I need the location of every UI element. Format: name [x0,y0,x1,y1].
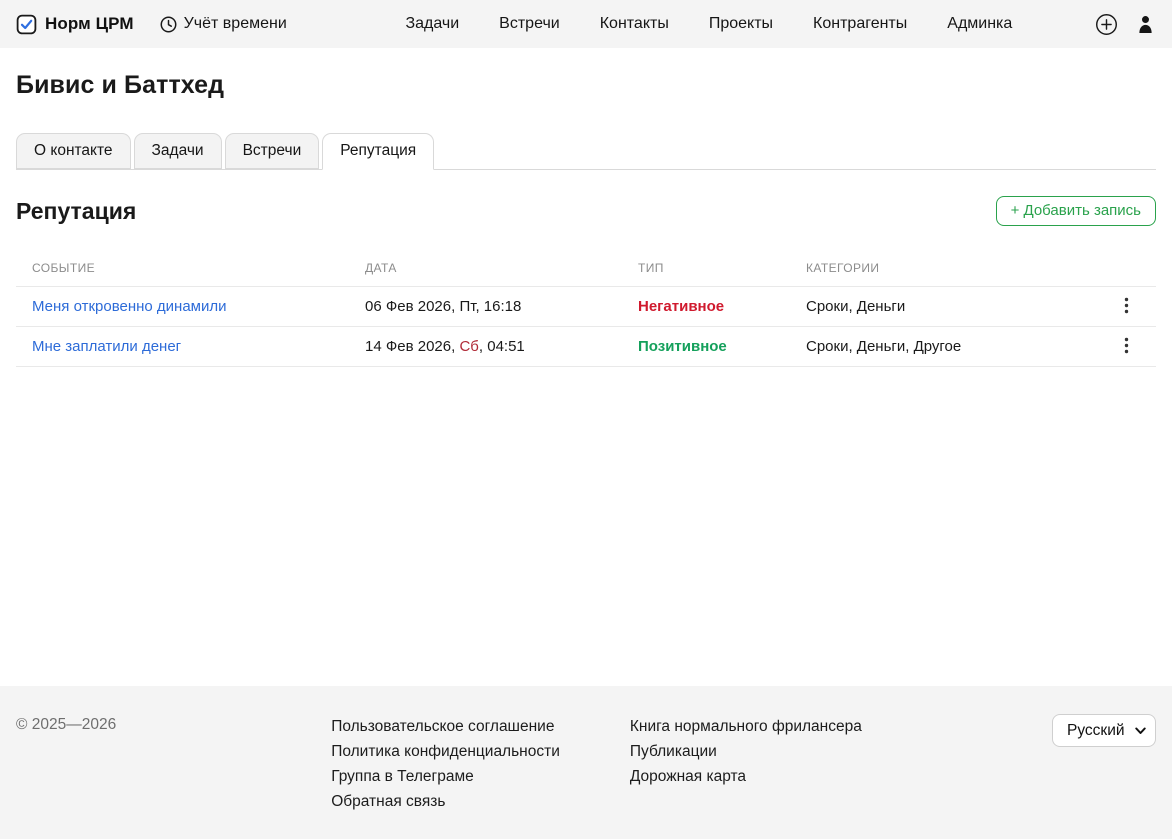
column-header-event: СОБЫТИЕ [16,253,349,287]
add-record-button[interactable]: + Добавить запись [996,196,1156,226]
checkbox-logo-icon [16,14,37,35]
profile-button[interactable] [1137,15,1154,34]
table-header-row: СОБЫТИЕ ДАТА ТИП КАТЕГОРИИ [16,253,1156,287]
footer-links-column-1: Пользовательское соглашение Политика кон… [331,714,560,814]
nav-item-counterparties[interactable]: Контрагенты [813,15,907,33]
tab-tasks[interactable]: Задачи [134,133,222,169]
main-content: Бивис и Баттхед О контакте Задачи Встреч… [0,48,1172,686]
table-row: Мне заплатили денег 14 Фев 2026, Сб, 04:… [16,327,1156,367]
event-link[interactable]: Меня откровенно динамили [32,298,227,315]
categories-cell: Сроки, Деньги [790,287,1104,327]
language-select[interactable]: Русский [1052,714,1156,747]
actions-cell [1104,327,1156,367]
nav-item-contacts[interactable]: Контакты [600,15,669,33]
tab-about-contact[interactable]: О контакте [16,133,131,169]
footer-link-telegram-group[interactable]: Группа в Телеграме [331,764,560,789]
event-link[interactable]: Мне заплатили денег [32,338,181,355]
copyright: © 2025—2026 [16,714,116,734]
footer-link-user-agreement[interactable]: Пользовательское соглашение [331,714,560,739]
date-weekday: Сб [459,338,478,355]
time-tracking-link[interactable]: Учёт времени [160,15,287,33]
footer: © 2025—2026 Пользовательское соглашение … [0,686,1172,839]
time-tracking-label: Учёт времени [184,15,287,33]
column-header-date: ДАТА [349,253,622,287]
nav-item-projects[interactable]: Проекты [709,15,773,33]
type-badge: Негативное [638,298,724,315]
date-cell: 14 Фев 2026, Сб, 04:51 [349,327,622,367]
nav-item-admin[interactable]: Админка [947,15,1012,33]
footer-link-freelancer-book[interactable]: Книга нормального фрилансера [630,714,862,739]
type-cell: Позитивное [622,327,790,367]
date-cell: 06 Фев 2026, Пт, 16:18 [349,287,622,327]
event-cell: Меня откровенно динамили [16,287,349,327]
tab-reputation[interactable]: Репутация [322,133,434,170]
user-icon [1137,15,1154,34]
type-badge: Позитивное [638,338,727,355]
footer-link-publications[interactable]: Публикации [630,739,862,764]
tabs-bar: О контакте Задачи Встречи Репутация [16,133,1156,170]
kebab-icon [1124,337,1129,354]
section-title: Репутация [16,198,136,225]
date-text: 06 Фев 2026, [365,298,459,315]
footer-link-feedback[interactable]: Обратная связь [331,789,560,814]
top-navbar: Норм ЦРМ Учёт времени Задачи Встречи Кон… [0,0,1172,48]
row-menu-button[interactable] [1120,295,1133,316]
type-cell: Негативное [622,287,790,327]
column-header-categories: КАТЕГОРИИ [790,253,1104,287]
footer-links-column-2: Книга нормального фрилансера Публикации … [630,714,862,789]
date-time: , 16:18 [475,298,521,315]
kebab-icon [1124,297,1129,314]
date-weekday: Пт [459,298,475,315]
reputation-table: СОБЫТИЕ ДАТА ТИП КАТЕГОРИИ Меня откровен… [16,253,1156,367]
categories-cell: Сроки, Деньги, Другое [790,327,1104,367]
footer-link-privacy-policy[interactable]: Политика конфиденциальности [331,739,560,764]
page-title: Бивис и Баттхед [16,71,1156,100]
column-header-actions [1104,253,1156,287]
date-time: , 04:51 [479,338,525,355]
clock-icon [160,16,177,33]
tab-meetings[interactable]: Встречи [225,133,320,169]
nav-item-tasks[interactable]: Задачи [405,15,459,33]
table-row: Меня откровенно динамили 06 Фев 2026, Пт… [16,287,1156,327]
date-text: 14 Фев 2026, [365,338,459,355]
main-nav: Задачи Встречи Контакты Проекты Контраге… [369,15,1012,33]
column-header-type: ТИП [622,253,790,287]
language-select-wrapper: Русский [1052,714,1156,747]
app-logo-text: Норм ЦРМ [45,14,134,34]
section-header: Репутация + Добавить запись [16,196,1156,226]
app-logo[interactable]: Норм ЦРМ [16,14,134,35]
actions-cell [1104,287,1156,327]
event-cell: Мне заплатили денег [16,327,349,367]
quick-add-button[interactable] [1095,13,1118,36]
footer-link-roadmap[interactable]: Дорожная карта [630,764,862,789]
plus-circle-icon [1095,13,1118,36]
nav-item-meetings[interactable]: Встречи [499,15,560,33]
row-menu-button[interactable] [1120,335,1133,356]
